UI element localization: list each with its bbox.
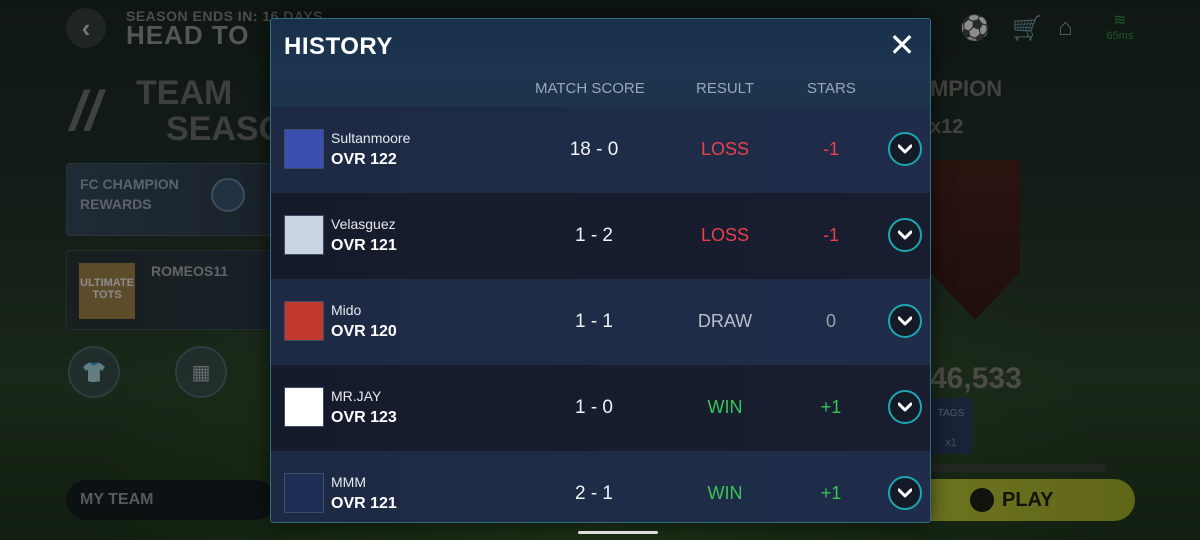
opponent-avatar: [284, 473, 324, 513]
chevron-down-icon: [898, 316, 912, 326]
opponent-avatar: [284, 129, 324, 169]
opponent-ovr: OVR 120: [331, 323, 397, 340]
chevron-down-icon: [898, 230, 912, 240]
opponent-ovr: OVR 121: [331, 237, 397, 254]
match-score: 1 - 1: [574, 311, 614, 332]
opponent-ovr: OVR 121: [331, 495, 397, 512]
match-score: 1 - 2: [574, 225, 614, 246]
match-result: DRAW: [697, 311, 753, 331]
match-result: WIN: [707, 397, 743, 417]
opponent-name: MMM: [331, 474, 366, 490]
history-row: Sultanmoore OVR 122 18 - 0 LOSS -1: [271, 107, 930, 193]
expand-row-button[interactable]: [888, 390, 922, 424]
history-modal: HISTORY ✕ MATCH SCORE RESULT STARS Sulta…: [270, 18, 931, 523]
column-header-score: MATCH SCORE: [535, 80, 645, 97]
match-score: 1 - 0: [574, 397, 614, 418]
opponent-avatar: [284, 387, 324, 427]
history-row: Velasguez OVR 121 1 - 2 LOSS -1: [271, 193, 930, 279]
close-icon: ✕: [888, 27, 916, 63]
match-result: WIN: [707, 483, 743, 503]
expand-row-button[interactable]: [888, 304, 922, 338]
opponent-ovr: OVR 122: [331, 151, 397, 168]
history-list: Sultanmoore OVR 122 18 - 0 LOSS -1 Velasguez O…: [271, 107, 930, 522]
chevron-down-icon: [898, 144, 912, 154]
match-score: 18 - 0: [569, 139, 619, 160]
expand-row-button[interactable]: [888, 132, 922, 166]
home-indicator[interactable]: [578, 531, 658, 534]
match-score: 2 - 1: [574, 483, 614, 504]
column-headers: MATCH SCORE RESULT STARS: [271, 73, 930, 107]
stars-change: -1: [822, 139, 839, 159]
modal-title: HISTORY: [284, 33, 393, 60]
column-header-stars: STARS: [807, 80, 856, 97]
opponent-name: Sultanmoore: [331, 130, 411, 146]
opponent-ovr: OVR 123: [331, 409, 397, 426]
opponent-name: Mido: [331, 302, 362, 318]
match-result: LOSS: [700, 139, 750, 159]
match-result: LOSS: [700, 225, 750, 245]
stars-change: +1: [820, 483, 842, 503]
stars-change: +1: [820, 397, 842, 417]
stars-change: 0: [825, 311, 836, 331]
close-button[interactable]: ✕: [888, 29, 916, 61]
opponent-name: MR.JAY: [331, 388, 382, 404]
expand-row-button[interactable]: [888, 218, 922, 252]
stars-change: -1: [822, 225, 839, 245]
column-header-result: RESULT: [696, 80, 755, 97]
expand-row-button[interactable]: [888, 476, 922, 510]
opponent-avatar: [284, 301, 324, 341]
history-row: MMM OVR 121 2 - 1 WIN +1: [271, 451, 930, 522]
opponent-name: Velasguez: [331, 216, 396, 232]
chevron-down-icon: [898, 402, 912, 412]
chevron-down-icon: [898, 488, 912, 498]
history-row: MR.JAY OVR 123 1 - 0 WIN +1: [271, 365, 930, 451]
history-row: Mido OVR 120 1 - 1 DRAW 0: [271, 279, 930, 365]
modal-header: HISTORY ✕: [271, 19, 930, 73]
opponent-avatar: [284, 215, 324, 255]
